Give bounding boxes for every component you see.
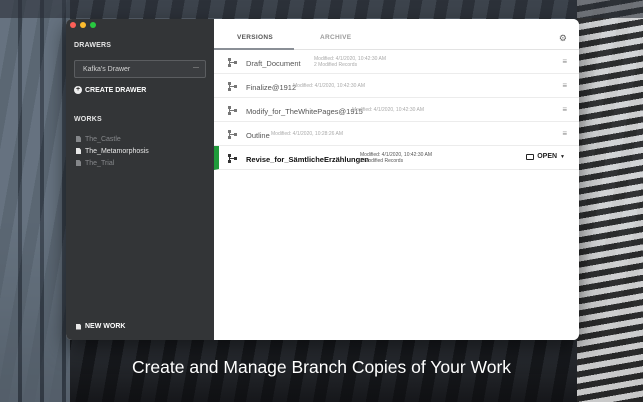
minimize-window-button[interactable] bbox=[80, 22, 86, 28]
version-modified: Modified: 4/1/2020, 10:42:30 AM bbox=[293, 83, 365, 89]
branch-icon bbox=[228, 82, 237, 91]
version-name: Draft_Document bbox=[246, 59, 301, 68]
plus-icon: + bbox=[74, 86, 82, 94]
background-building-right bbox=[577, 0, 643, 402]
version-modified: Modified: 4/1/2020, 10:28:26 AM bbox=[271, 131, 343, 137]
version-meta: Modified: 4/1/2020, 10:42:30 AM bbox=[293, 83, 365, 89]
version-meta: Modified: 4/1/2020, 10:42:30 AM bbox=[352, 107, 424, 113]
branch-icon bbox=[228, 106, 237, 115]
create-drawer-label: CREATE DRAWER bbox=[85, 86, 147, 94]
work-item-the-metamorphosis[interactable]: The_Metamorphosis bbox=[76, 145, 149, 157]
document-icon bbox=[76, 160, 81, 166]
caret-down-icon: ▼ bbox=[560, 153, 565, 160]
version-name: Outline bbox=[246, 131, 270, 140]
work-item-the-trial[interactable]: The_Trial bbox=[76, 157, 149, 169]
main-panel: VERSIONS ARCHIVE ⚙ Draft_Document Modifi… bbox=[214, 19, 579, 340]
works-heading: WORKS bbox=[74, 116, 102, 123]
close-window-button[interactable] bbox=[70, 22, 76, 28]
row-menu-icon[interactable]: ≡ bbox=[562, 58, 567, 66]
drawer-select[interactable]: Kafka's Drawer — bbox=[74, 60, 206, 78]
row-menu-icon[interactable]: ≡ bbox=[562, 106, 567, 114]
version-row[interactable]: Outline Modified: 4/1/2020, 10:28:26 AM … bbox=[214, 122, 579, 146]
tab-versions[interactable]: VERSIONS bbox=[237, 34, 273, 41]
version-row-selected[interactable]: Revise_for_SämtlicheErzählungen Modified… bbox=[214, 146, 579, 170]
works-list: The_Castle The_Metamorphosis The_Trial bbox=[76, 133, 149, 169]
version-row[interactable]: Modify_for_TheWhitePages@1915 Modified: … bbox=[214, 98, 579, 122]
work-item-the-castle[interactable]: The_Castle bbox=[76, 133, 149, 145]
version-records: 2 Modified Records bbox=[314, 62, 358, 68]
branch-icon bbox=[228, 58, 237, 67]
versions-list: Draft_Document Modified: 4/1/2020, 10:42… bbox=[214, 50, 579, 170]
document-icon bbox=[76, 136, 81, 142]
gear-icon[interactable]: ⚙ bbox=[559, 33, 567, 44]
tab-archive[interactable]: ARCHIVE bbox=[320, 34, 351, 41]
new-work-button[interactable]: NEW WORK bbox=[76, 323, 125, 330]
sidebar: DRAWERS Kafka's Drawer — + CREATE DRAWER… bbox=[66, 19, 214, 340]
version-meta: Modified: 4/1/2020, 10:28:26 AM bbox=[271, 131, 343, 137]
work-label: The_Castle bbox=[85, 135, 121, 143]
drawers-heading: DRAWERS bbox=[74, 42, 112, 49]
folder-icon bbox=[526, 153, 535, 160]
row-menu-icon[interactable]: ≡ bbox=[562, 82, 567, 90]
open-label: OPEN bbox=[537, 153, 558, 160]
open-button[interactable]: OPEN ▼ bbox=[526, 153, 565, 160]
drawer-select-value: Kafka's Drawer bbox=[83, 66, 131, 73]
version-meta: Modified: 4/1/2020, 10:42:30 AM 2 Modifi… bbox=[314, 56, 386, 68]
version-records: 2 Modified Records bbox=[360, 158, 404, 164]
version-modified: Modified: 4/1/2020, 10:42:30 AM bbox=[352, 107, 424, 113]
row-menu-icon[interactable]: ≡ bbox=[562, 130, 567, 138]
app-window: DRAWERS Kafka's Drawer — + CREATE DRAWER… bbox=[66, 19, 579, 340]
branch-icon bbox=[228, 154, 237, 163]
tab-bar: VERSIONS ARCHIVE ⚙ bbox=[214, 19, 579, 50]
version-row[interactable]: Finalize@1912 Modified: 4/1/2020, 10:42:… bbox=[214, 74, 579, 98]
work-label: The_Metamorphosis bbox=[85, 147, 149, 155]
version-name: Finalize@1912 bbox=[246, 83, 297, 92]
new-work-label: NEW WORK bbox=[85, 323, 126, 330]
version-name: Modify_for_TheWhitePages@1915 bbox=[246, 107, 363, 116]
branch-icon bbox=[228, 130, 237, 139]
version-row[interactable]: Draft_Document Modified: 4/1/2020, 10:42… bbox=[214, 50, 579, 74]
version-name: Revise_for_SämtlicheErzählungen bbox=[246, 155, 369, 164]
work-label: The_Trial bbox=[85, 159, 115, 167]
document-icon bbox=[76, 323, 81, 330]
background-top-band bbox=[0, 0, 643, 18]
marketing-caption: Create and Manage Branch Copies of Your … bbox=[131, 357, 512, 377]
background-building-left bbox=[0, 0, 70, 402]
zoom-window-button[interactable] bbox=[90, 22, 96, 28]
document-icon bbox=[76, 148, 81, 154]
create-drawer-button[interactable]: + CREATE DRAWER bbox=[74, 86, 146, 94]
chevron-down-icon: — bbox=[193, 65, 199, 71]
version-meta: Modified: 4/1/2020, 10:42:30 AM 2 Modifi… bbox=[360, 152, 432, 164]
window-controls bbox=[70, 22, 96, 28]
